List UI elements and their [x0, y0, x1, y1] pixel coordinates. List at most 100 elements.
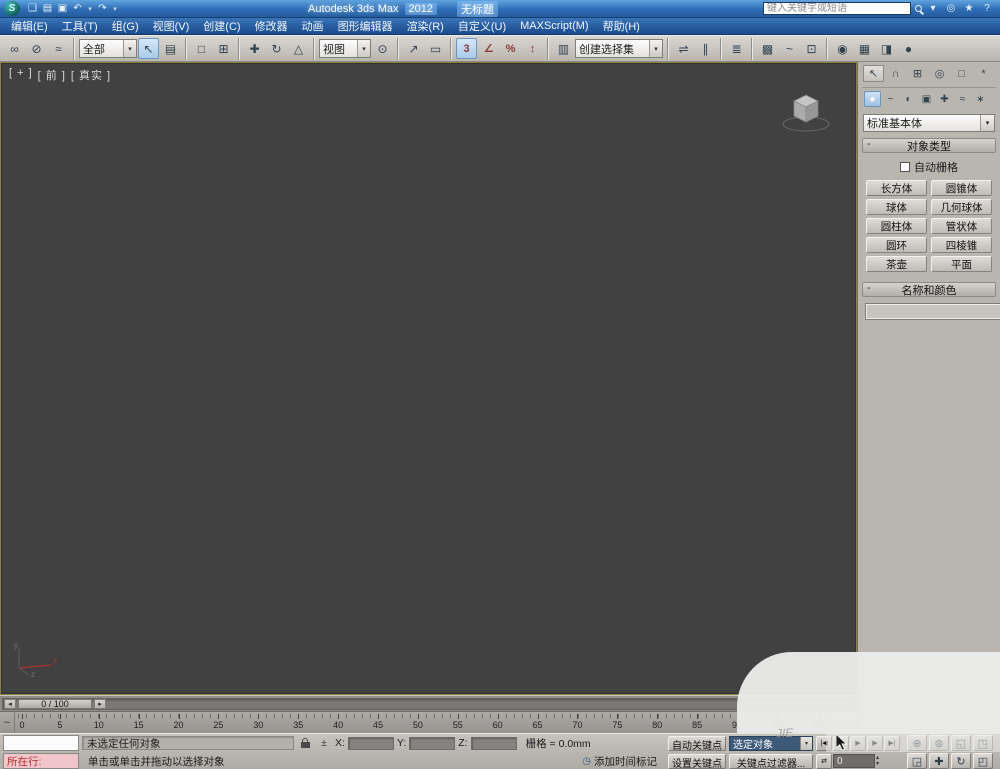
- slider-previous-frame-arrow[interactable]: ◂: [4, 698, 16, 709]
- undo-icon[interactable]: ↶: [71, 1, 84, 16]
- object-type-button[interactable]: 四棱锥: [931, 237, 992, 253]
- object-type-button[interactable]: 球体: [866, 199, 927, 215]
- key-filters-button[interactable]: 关键点过滤器...: [729, 753, 813, 769]
- menu-item[interactable]: 自定义(U): [451, 18, 513, 34]
- object-type-button[interactable]: 平面: [931, 256, 992, 272]
- rollout-object-type[interactable]: - 对象类型: [862, 138, 996, 153]
- set-key-button[interactable]: 设置关键点: [668, 753, 726, 769]
- schematic-view-icon[interactable]: ⊡: [801, 38, 822, 59]
- search-icon[interactable]: [915, 5, 922, 12]
- slider-next-frame-arrow[interactable]: ▸: [94, 698, 106, 709]
- current-frame-field[interactable]: 0: [833, 754, 875, 768]
- menu-item[interactable]: 视图(V): [146, 18, 197, 34]
- object-category-dropdown[interactable]: 标准基本体 ▾: [863, 114, 995, 132]
- object-type-button[interactable]: 圆锥体: [931, 180, 992, 196]
- timeline-ruler[interactable]: 0510152025303540455055606570758085909510…: [18, 712, 827, 733]
- use-pivot-center-icon[interactable]: ⊙: [372, 38, 393, 59]
- tab-motion[interactable]: ◎: [929, 65, 950, 82]
- tab-utilities[interactable]: *: [973, 65, 994, 82]
- curve-editor-icon[interactable]: ~: [779, 38, 800, 59]
- layer-manager-icon[interactable]: ≣: [726, 38, 747, 59]
- rectangular-selection-region-icon[interactable]: □: [191, 38, 212, 59]
- orbit-icon[interactable]: ↻: [951, 753, 971, 769]
- maxscript-mini-listener[interactable]: [3, 735, 79, 751]
- tab-hierarchy[interactable]: ⊞: [907, 65, 928, 82]
- selection-filter-select[interactable]: 全部 ▾: [79, 39, 137, 58]
- render-icon[interactable]: ●: [898, 38, 919, 59]
- keyboard-override-icon[interactable]: ▭: [425, 38, 446, 59]
- select-object-icon[interactable]: ↖: [138, 38, 159, 59]
- category-cameras-icon[interactable]: ▣: [918, 91, 935, 107]
- menu-item[interactable]: 修改器: [248, 18, 295, 34]
- communication-center-icon[interactable]: ◎: [944, 1, 958, 16]
- menu-item[interactable]: 动画: [295, 18, 331, 34]
- track-bar[interactable]: ~ 05101520253035404550556065707580859095…: [0, 711, 857, 733]
- autogrid-checkbox[interactable]: [900, 162, 910, 172]
- edit-named-selection-sets-icon[interactable]: ▥: [553, 38, 574, 59]
- bind-to-space-warp-icon[interactable]: ≈: [48, 38, 69, 59]
- time-slider[interactable]: ◂ 0 / 100 ▸: [0, 695, 857, 711]
- category-helpers-icon[interactable]: ✚: [936, 91, 953, 107]
- redo-icon[interactable]: ↷: [96, 1, 109, 16]
- infocenter-search-input[interactable]: [763, 2, 911, 15]
- category-shapes-icon[interactable]: ~: [882, 91, 899, 107]
- reference-coordinate-select[interactable]: 视图 ▾: [319, 39, 371, 58]
- snaps-toggle-icon[interactable]: 3: [456, 38, 477, 59]
- new-scene-icon[interactable]: ❏: [26, 1, 39, 16]
- auto-key-button[interactable]: 自动关键点: [668, 735, 726, 751]
- add-time-tag[interactable]: ◷ 添加时间标记: [582, 754, 657, 769]
- menu-item[interactable]: 渲染(R): [400, 18, 451, 34]
- open-file-icon[interactable]: ▤: [41, 1, 54, 16]
- object-name-field[interactable]: [865, 303, 1000, 320]
- absolute-offset-toggle[interactable]: ±: [316, 736, 332, 751]
- select-and-move-icon[interactable]: ✚: [244, 38, 265, 59]
- menu-item[interactable]: MAXScript(M): [513, 18, 595, 34]
- tab-display[interactable]: □: [951, 65, 972, 82]
- app-logo-icon[interactable]: S: [4, 1, 20, 16]
- help-icon[interactable]: ?: [980, 1, 994, 16]
- favorites-icon[interactable]: ★: [962, 1, 976, 16]
- tab-create[interactable]: ↖: [863, 65, 884, 82]
- search-scope-dropdown-icon[interactable]: ▾: [926, 1, 940, 16]
- maximize-viewport-icon[interactable]: ◰: [973, 753, 993, 769]
- unlink-selection-icon[interactable]: ⊘: [26, 38, 47, 59]
- menu-item[interactable]: 工具(T): [55, 18, 105, 34]
- object-type-button[interactable]: 茶壶: [866, 256, 927, 272]
- key-mode-toggle-button[interactable]: ⇄: [816, 753, 832, 769]
- spinner-down-icon[interactable]: ▾: [876, 761, 879, 767]
- category-lights-icon[interactable]: ◐: [900, 91, 917, 107]
- menu-item[interactable]: 创建(C): [196, 18, 247, 34]
- undo-dropdown-icon[interactable]: ▾: [86, 1, 94, 16]
- y-coordinate-field[interactable]: [409, 736, 456, 750]
- angle-snap-icon[interactable]: ∠: [478, 38, 499, 59]
- object-type-button[interactable]: 圆环: [866, 237, 927, 253]
- object-type-button[interactable]: 几何球体: [931, 199, 992, 215]
- x-coordinate-field[interactable]: [347, 736, 394, 750]
- object-type-button[interactable]: 圆柱体: [866, 218, 927, 234]
- object-type-button[interactable]: 管状体: [931, 218, 992, 234]
- graphite-modeling-icon[interactable]: ▩: [757, 38, 778, 59]
- maxscript-listener-line[interactable]: 所在行:: [3, 753, 79, 769]
- pan-icon[interactable]: ✚: [929, 753, 949, 769]
- menu-item[interactable]: 帮助(H): [596, 18, 647, 34]
- mini-curve-editor-button[interactable]: ~: [0, 712, 15, 733]
- align-icon[interactable]: ∥: [695, 38, 716, 59]
- percent-snap-icon[interactable]: %: [500, 38, 521, 59]
- select-and-rotate-icon[interactable]: ↻: [266, 38, 287, 59]
- z-coordinate-field[interactable]: [470, 736, 517, 750]
- zoom-region-icon[interactable]: ◲: [907, 753, 927, 769]
- category-systems-icon[interactable]: ∗: [972, 91, 989, 107]
- select-and-scale-icon[interactable]: △: [288, 38, 309, 59]
- category-space-warps-icon[interactable]: ≈: [954, 91, 971, 107]
- menu-item[interactable]: 编辑(E): [4, 18, 55, 34]
- viewport-general-menu[interactable]: [ + ]: [9, 67, 33, 83]
- render-setup-icon[interactable]: ▦: [854, 38, 875, 59]
- named-selection-sets-select[interactable]: 创建选择集 ▾: [575, 39, 663, 58]
- rendered-frame-window-icon[interactable]: ◨: [876, 38, 897, 59]
- menu-item[interactable]: 图形编辑器: [331, 18, 400, 34]
- mirror-icon[interactable]: ⇌: [673, 38, 694, 59]
- selection-lock-toggle[interactable]: [297, 736, 313, 751]
- object-type-button[interactable]: 长方体: [866, 180, 927, 196]
- key-selection-set-dropdown[interactable]: 选定对象 ▾: [729, 735, 813, 751]
- time-slider-handle[interactable]: 0 / 100: [18, 698, 92, 709]
